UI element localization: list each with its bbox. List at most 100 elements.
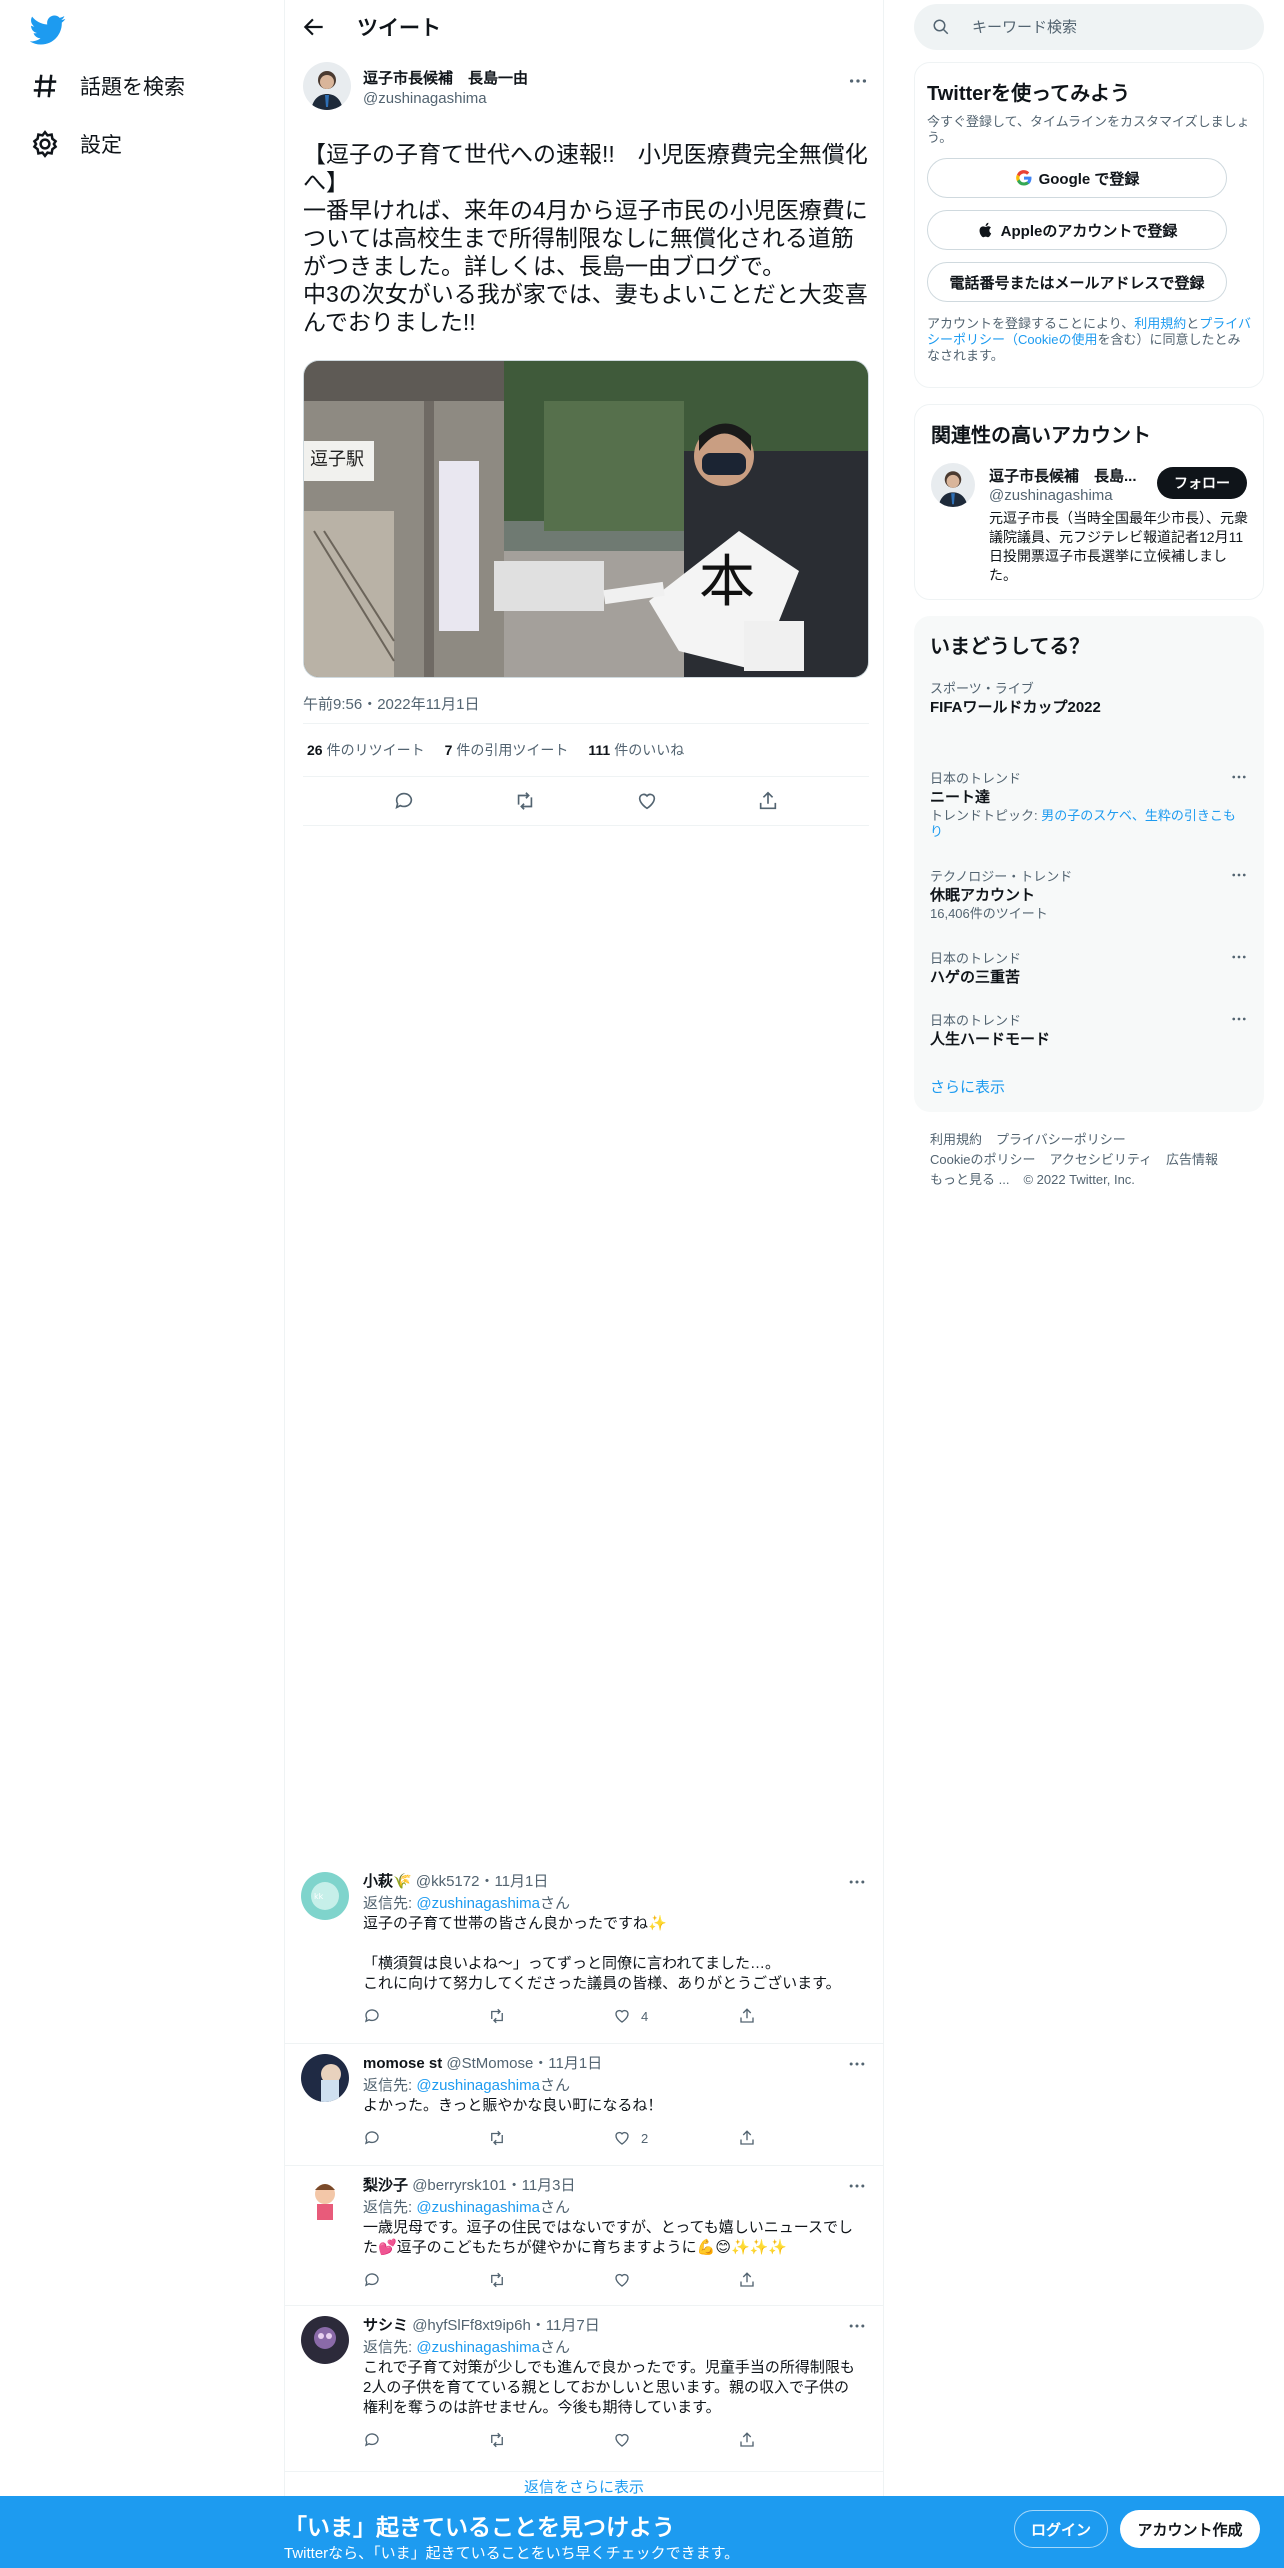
reply-item[interactable]: momose st @StMomose・11月1日 返信先: @zushinag… <box>285 2044 883 2166</box>
reply-meta: @kk5172・11月1日 <box>415 1873 549 1890</box>
reply-to: 返信先: @zushinagashimaさん <box>363 1895 570 1912</box>
apple-signup-label: Appleのアカウントで登録 <box>1000 222 1178 240</box>
retweet-count[interactable]: 26 件のリツイート <box>307 740 425 760</box>
search-input[interactable] <box>972 18 1232 36</box>
twitter-logo-icon[interactable] <box>30 12 66 48</box>
quote-count[interactable]: 7 件の引用ツイート <box>445 740 569 760</box>
back-arrow-icon[interactable] <box>301 14 327 40</box>
reply-retweet-button[interactable] <box>488 2431 613 2449</box>
reply-avatar[interactable] <box>301 2316 349 2364</box>
author-avatar[interactable] <box>303 62 351 110</box>
reply-author-name: 小萩🌾 <box>363 1873 412 1890</box>
reply-to: 返信先: @zushinagashimaさん <box>363 2339 570 2356</box>
reply-like-button[interactable] <box>613 2271 738 2289</box>
more-options-icon[interactable] <box>847 2176 867 2196</box>
trend-name: ニート達 <box>930 789 991 806</box>
more-options-icon[interactable] <box>1230 1010 1248 1028</box>
reply-like-count: 4 <box>641 2008 649 2024</box>
reply-item[interactable]: サシミ @hyfSlFf8xt9ip6h・11月7日 返信先: @zushina… <box>285 2306 883 2472</box>
footer-cookie-link[interactable]: Cookieのポリシー <box>930 1152 1035 1167</box>
nav-explore[interactable]: 話題を検索 <box>30 66 185 106</box>
reply-avatar[interactable]: kk <box>301 1872 349 1920</box>
reply-retweet-button[interactable] <box>488 2007 613 2025</box>
footer-more-link[interactable]: もっと見る ... <box>930 1172 1009 1187</box>
more-options-icon[interactable] <box>847 2054 867 2074</box>
footer-accessibility-link[interactable]: アクセシビリティ <box>1049 1152 1152 1167</box>
reply-item[interactable]: 梨沙子 @berryrsk101・11月3日 返信先: @zushinagash… <box>285 2166 883 2306</box>
reply-item[interactable]: kk 小萩🌾 @kk5172・11月1日 返信先: @zushinagashim… <box>285 1862 883 2044</box>
more-options-icon[interactable] <box>847 2316 867 2336</box>
related-accounts-card: 関連性の高いアカウント 逗子市長候補 長島... @zushinagashima… <box>914 404 1264 600</box>
more-options-icon[interactable] <box>1230 948 1248 966</box>
terms-link[interactable]: 利用規約 <box>1134 316 1186 331</box>
trend-item[interactable]: テクノロジー・トレンド 休眠アカウント 16,406件のツイート <box>930 866 1248 922</box>
trend-category: 日本のトレンド <box>930 951 1022 966</box>
google-signup-button[interactable]: Google で登録 <box>927 158 1227 198</box>
trends-show-more-link[interactable]: さらに表示 <box>930 1076 1005 1097</box>
reply-retweet-button[interactable] <box>488 2271 613 2289</box>
search-box[interactable] <box>914 4 1264 50</box>
trend-name: 休眠アカウント <box>930 887 1036 904</box>
related-account-avatar[interactable] <box>931 463 975 507</box>
trend-item[interactable]: 日本のトレンド ハゲの三重苦 <box>930 948 1248 988</box>
reply-to-link[interactable]: @zushinagashima <box>416 1895 540 1912</box>
follow-button[interactable]: フォロー <box>1157 467 1247 499</box>
trends-card: いまどうしてる？ スポーツ・ライブ FIFAワールドカップ2022 日本のトレン… <box>914 616 1264 1112</box>
main-column: ツイート 逗子市長候補 長島一由 @zushinagashima 【逗子の子育て… <box>284 0 884 2568</box>
nav-settings[interactable]: 設定 <box>30 124 122 164</box>
footer-terms-link[interactable]: 利用規約 <box>930 1132 982 1147</box>
trend-name: 人生ハードモード <box>930 1031 1051 1048</box>
reply-like-button[interactable] <box>613 2431 738 2449</box>
login-button[interactable]: ログイン <box>1014 2510 1108 2548</box>
nav-explore-label: 話題を検索 <box>80 76 185 99</box>
like-icon[interactable] <box>636 790 658 812</box>
footer-privacy-link[interactable]: プライバシーポリシー <box>996 1132 1126 1147</box>
tweet-author[interactable]: 逗子市長候補 長島一由 @zushinagashima <box>303 62 869 112</box>
more-options-icon[interactable] <box>847 70 869 92</box>
trend-item[interactable]: 日本のトレンド ニート達 トレンドトピック: 男の子のスケベ、生粋の引きこもり <box>930 768 1248 840</box>
reply-avatar[interactable] <box>301 2054 349 2102</box>
trend-category: 日本のトレンド <box>930 1013 1022 1028</box>
related-account-name[interactable]: 逗子市長候補 長島... <box>989 465 1137 486</box>
reply-actions: 2 <box>363 2124 863 2152</box>
reply-avatar[interactable] <box>301 2176 349 2224</box>
reply-share-button[interactable] <box>738 2271 863 2289</box>
trend-item[interactable]: 日本のトレンド 人生ハードモード <box>930 1010 1248 1050</box>
more-options-icon[interactable] <box>1230 768 1248 786</box>
reply-icon[interactable] <box>393 790 415 812</box>
reply-reply-button[interactable] <box>363 2271 488 2289</box>
more-options-icon[interactable] <box>1230 866 1248 884</box>
footer-ads-link[interactable]: 広告情報 <box>1166 1152 1218 1167</box>
show-more-replies-link[interactable]: 返信をさらに表示 <box>285 2476 883 2497</box>
more-options-icon[interactable] <box>847 1872 867 1892</box>
apple-signup-button[interactable]: Appleのアカウントで登録 <box>927 210 1227 250</box>
reply-to-link[interactable]: @zushinagashima <box>416 2077 540 2094</box>
reply-reply-button[interactable] <box>363 2007 488 2025</box>
author-handle: @zushinagashima <box>363 90 487 107</box>
reply-share-button[interactable] <box>738 2129 863 2147</box>
reply-reply-button[interactable] <box>363 2129 488 2147</box>
reply-share-button[interactable] <box>738 2431 863 2449</box>
like-count[interactable]: 111 件のいいね <box>588 740 684 760</box>
signup-title: Twitterを使ってみよう <box>927 83 1131 105</box>
reply-share-button[interactable] <box>738 2007 863 2025</box>
share-icon[interactable] <box>757 790 779 812</box>
nav-settings-label: 設定 <box>80 134 122 157</box>
tweet-timestamp[interactable]: 午前9:56・2022年11月1日 <box>303 693 869 723</box>
svg-text:本: 本 <box>699 550 755 615</box>
svg-text:逗子駅: 逗子駅 <box>310 449 364 470</box>
reply-like-button[interactable]: 2 <box>613 2129 738 2147</box>
reply-to-link[interactable]: @zushinagashima <box>416 2199 540 2216</box>
phone-email-signup-button[interactable]: 電話番号またはメールアドレスで登録 <box>927 262 1227 302</box>
search-icon <box>933 19 949 35</box>
reply-reply-button[interactable] <box>363 2431 488 2449</box>
reply-like-button[interactable]: 4 <box>613 2007 738 2025</box>
bottom-bar-title: 「いま」起きていることを見つけよう <box>284 2514 675 2540</box>
trend-item[interactable]: スポーツ・ライブ FIFAワールドカップ2022 <box>930 678 1248 718</box>
reply-text: 一歳児母です。逗子の住民ではないですが、とっても嬉しいニュースでした💕逗子のこど… <box>363 2219 854 2256</box>
create-account-button[interactable]: アカウント作成 <box>1120 2510 1260 2548</box>
tweet-photo[interactable]: 逗子駅 本 <box>303 360 869 678</box>
reply-to-link[interactable]: @zushinagashima <box>416 2339 540 2356</box>
reply-retweet-button[interactable] <box>488 2129 613 2147</box>
retweet-icon[interactable] <box>514 790 536 812</box>
